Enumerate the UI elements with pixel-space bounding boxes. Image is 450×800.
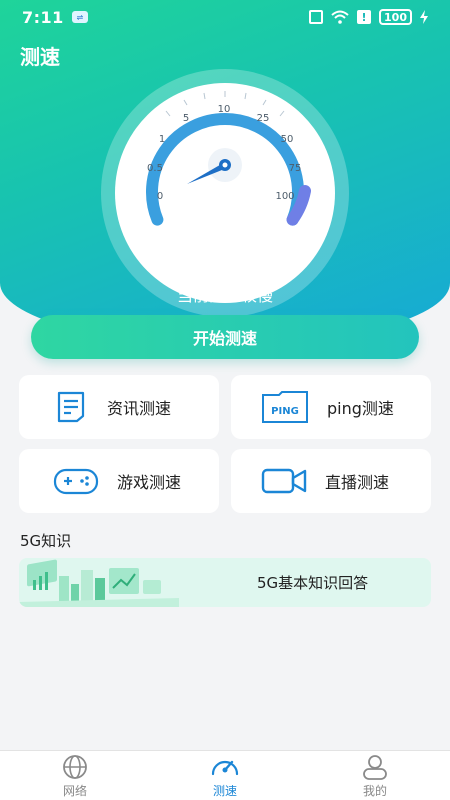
- feature-label: 资讯测速: [107, 399, 172, 418]
- banner-label: 5G基本知识回答: [257, 574, 369, 592]
- speed-status-text: 当前网速较慢: [176, 286, 273, 305]
- alert-icon: !: [357, 10, 372, 24]
- vibrate-icon: [309, 10, 324, 24]
- start-speed-test-button[interactable]: 开始测速: [31, 315, 419, 359]
- gauge-tick-label: 1: [159, 134, 165, 145]
- feature-label: 游戏测速: [117, 473, 182, 492]
- tab-label: 我的: [362, 784, 387, 798]
- gauge-tick-label: 50: [281, 134, 294, 145]
- section-title-5g-knowledge: 5G知识: [20, 532, 72, 550]
- bottom-tab-bar: 网络 测速 我的: [0, 750, 450, 800]
- speed-gauge: 0 0.5 1 5 10 25 50 75 100: [101, 69, 349, 317]
- charging-icon: [420, 10, 428, 24]
- gauge-tick-label: 0.5: [147, 163, 163, 174]
- network-illustration-icon: [19, 559, 179, 607]
- ping-icon: PING: [262, 391, 308, 423]
- gauge-tick-label: 5: [183, 113, 189, 124]
- ping-icon-text: PING: [271, 406, 299, 417]
- usb-icon: ⇌: [71, 11, 88, 23]
- document-icon: [57, 391, 85, 423]
- tab-profile[interactable]: 我的: [330, 751, 420, 800]
- 5g-knowledge-banner[interactable]: 5G基本知识回答: [19, 558, 431, 607]
- wifi-icon: [331, 10, 349, 24]
- feature-label: 直播测速: [325, 473, 390, 492]
- status-icons: ! 100: [309, 9, 428, 25]
- feature-card-ping-speed[interactable]: PING ping测速: [231, 375, 431, 439]
- status-bar: 7:11 ⇌ ! 100: [0, 0, 450, 34]
- feature-card-live-speed[interactable]: 直播测速: [231, 449, 431, 513]
- feature-label: ping测速: [327, 399, 394, 418]
- gauge-tick-label: 0: [157, 191, 163, 202]
- gamepad-icon: [53, 468, 99, 495]
- video-camera-icon: [261, 468, 307, 494]
- tab-speed-test[interactable]: 测速: [180, 751, 270, 800]
- feature-card-game-speed[interactable]: 游戏测速: [19, 449, 219, 513]
- user-icon: [363, 755, 387, 780]
- gauge-tick-label: 75: [289, 163, 302, 174]
- tab-label: 网络: [62, 784, 87, 798]
- tab-network[interactable]: 网络: [30, 751, 120, 800]
- battery-indicator: 100: [379, 9, 412, 25]
- page-title: 测速: [20, 45, 60, 69]
- gauge-tick-label: 10: [218, 104, 231, 115]
- status-time: 7:11: [22, 7, 64, 27]
- speedometer-icon: [211, 760, 239, 776]
- globe-icon: [63, 755, 87, 779]
- tab-label: 测速: [212, 784, 237, 798]
- gauge-tick-label: 25: [257, 113, 270, 124]
- feature-card-news-speed[interactable]: 资讯测速: [19, 375, 219, 439]
- gauge-tick-label: 100: [275, 191, 294, 202]
